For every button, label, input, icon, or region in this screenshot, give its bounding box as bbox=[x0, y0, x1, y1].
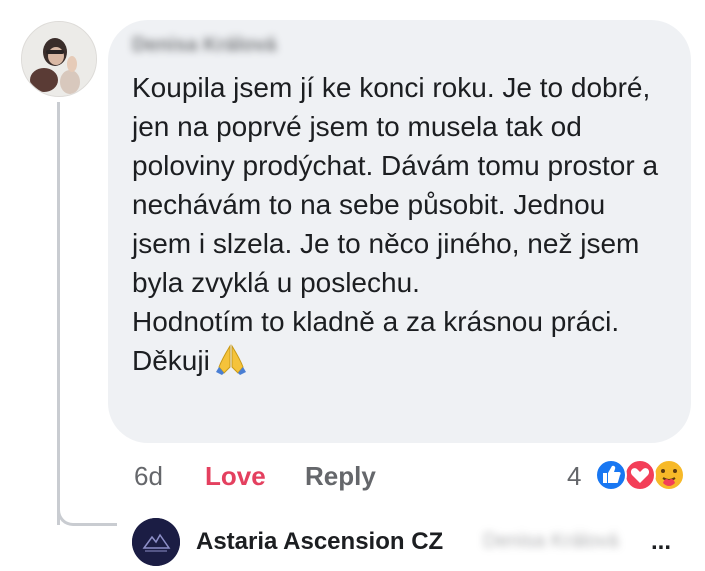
like-icon bbox=[595, 459, 627, 491]
reply-button[interactable]: Reply bbox=[305, 458, 376, 494]
love-icon bbox=[624, 459, 656, 491]
commenter-avatar[interactable] bbox=[21, 21, 97, 97]
care-icon bbox=[653, 459, 685, 491]
reply-author[interactable]: Astaria Ascension CZ bbox=[196, 528, 443, 556]
thread-connector bbox=[57, 490, 117, 526]
folded-hands-icon bbox=[215, 343, 246, 385]
avatar-photo bbox=[22, 22, 96, 96]
thread-line bbox=[57, 102, 60, 525]
comment-paragraph: Koupila jsem jí ke konci roku. Je to dob… bbox=[132, 72, 659, 298]
reaction-count[interactable]: 4 bbox=[567, 458, 581, 494]
page-avatar[interactable] bbox=[132, 518, 180, 566]
love-button[interactable]: Love bbox=[205, 458, 266, 494]
reaction-summary[interactable] bbox=[593, 457, 693, 493]
comment-author[interactable]: Denisa Králová bbox=[132, 34, 277, 57]
reply-mention[interactable]: Denisa Králová bbox=[483, 530, 619, 553]
mountain-logo-icon bbox=[132, 518, 180, 566]
comment-paragraph: Hodnotím to kladně a za krásnou práci. D… bbox=[132, 302, 672, 385]
comment-text: Koupila jsem jí ke konci roku. Je to dob… bbox=[132, 68, 672, 385]
reply-ellipsis[interactable]: ... bbox=[651, 528, 671, 556]
comment-bubble: Denisa Králová Koupila jsem jí ke konci … bbox=[108, 20, 691, 443]
comment-paragraph-text: Hodnotím to kladně a za krásnou práci. D… bbox=[132, 306, 620, 376]
comment-timestamp[interactable]: 6d bbox=[134, 458, 163, 494]
